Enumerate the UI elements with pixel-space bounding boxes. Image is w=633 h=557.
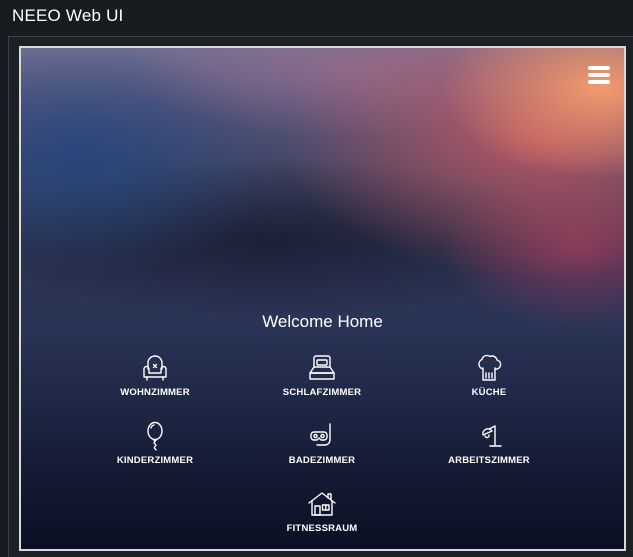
room-kueche[interactable]: KÜCHE — [414, 353, 564, 407]
room-schlafzimmer[interactable]: SCHLAFZIMMER — [247, 353, 397, 407]
room-badezimmer[interactable]: BADEZIMMER — [247, 421, 397, 475]
room-label: KINDERZIMMER — [116, 455, 194, 466]
room-arbeitszimmer[interactable]: ARBEITSZIMMER — [414, 421, 564, 475]
app-title: NEEO Web UI — [12, 6, 124, 25]
hamburger-menu-line — [588, 73, 610, 77]
desk-lamp-icon — [482, 425, 502, 447]
room-label: BADEZIMMER — [288, 455, 356, 466]
armchair-icon — [143, 355, 167, 381]
room-kinderzimmer[interactable]: KINDERZIMMER — [80, 421, 230, 475]
hamburger-menu-icon — [588, 66, 610, 70]
room-fitnessraum[interactable]: FITNESSRAUM — [247, 489, 397, 543]
balloon-icon — [147, 421, 163, 451]
welcome-heading: Welcome Home — [262, 312, 383, 331]
room-label: SCHLAFZIMMER — [282, 387, 362, 398]
house-icon — [308, 492, 336, 516]
room-label: ARBEITSZIMMER — [448, 455, 530, 466]
neeo-frame: Welcome Home WOHNZIMMER SCHLAFZIMMER KÜC… — [19, 46, 626, 551]
bed-icon — [309, 355, 335, 380]
room-label: KÜCHE — [471, 387, 507, 398]
room-label: FITNESSRAUM — [286, 523, 358, 534]
hamburger-menu-line — [588, 80, 610, 84]
room-label: WOHNZIMMER — [120, 387, 190, 398]
menu-button[interactable] — [588, 66, 610, 84]
room-wohnzimmer[interactable]: WOHNZIMMER — [80, 353, 230, 407]
snorkel-mask-icon — [310, 423, 331, 446]
chef-hat-icon — [478, 354, 502, 381]
